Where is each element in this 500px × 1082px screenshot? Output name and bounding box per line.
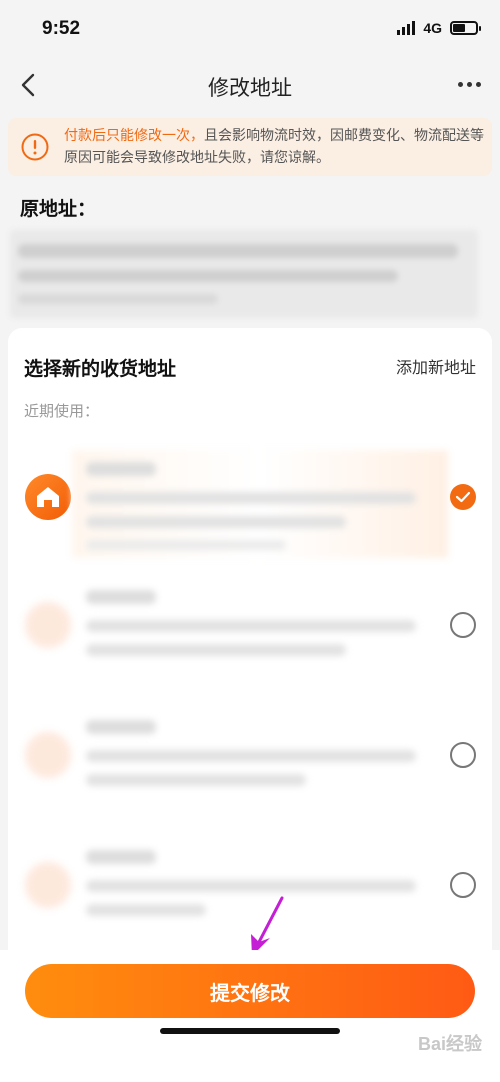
original-address-blurred — [10, 230, 478, 318]
nav-bar: 修改地址 — [0, 62, 500, 108]
address-option[interactable] — [8, 704, 492, 822]
address-option[interactable] — [8, 446, 492, 564]
address-option[interactable] — [8, 574, 492, 692]
battery-icon — [450, 21, 481, 35]
home-indicator — [160, 1028, 340, 1034]
address-details-blurred — [72, 450, 448, 558]
unselected-radio[interactable] — [450, 742, 476, 768]
notice-text: 付款后只能修改一次，且会影响物流时效，因邮费变化、物流配送等原因可能会导致修改地… — [64, 125, 486, 169]
home-icon — [25, 732, 71, 778]
unselected-radio[interactable] — [450, 612, 476, 638]
watermark: Bai经验 — [417, 1034, 482, 1054]
status-time: 9:52 — [42, 18, 81, 39]
more-options-icon[interactable] — [454, 72, 484, 96]
notice-highlight: 付款后只能修改一次， — [64, 128, 204, 144]
unselected-radio[interactable] — [450, 872, 476, 898]
address-details-blurred — [72, 708, 448, 816]
submit-button[interactable]: 提交修改 — [25, 964, 475, 1018]
panel-title: 选择新的收货地址 — [24, 358, 177, 380]
bottom-bar: 提交修改 — [0, 950, 500, 1082]
home-icon — [25, 474, 71, 520]
recent-label: 近期使用： — [24, 402, 100, 420]
network-type: 4G — [423, 20, 442, 36]
signal-icon — [397, 21, 416, 35]
selected-radio[interactable] — [450, 484, 476, 510]
notice-banner: 付款后只能修改一次，且会影响物流时效，因邮费变化、物流配送等原因可能会导致修改地… — [8, 118, 492, 176]
annotation-arrow-icon — [246, 896, 286, 958]
page-title: 修改地址 — [208, 76, 292, 100]
original-address-label: 原地址： — [20, 198, 97, 220]
info-icon — [20, 132, 50, 162]
home-icon — [25, 862, 71, 908]
address-details-blurred — [72, 578, 448, 686]
status-bar: 9:52 4G — [0, 0, 500, 60]
home-icon — [25, 602, 71, 648]
add-new-address-link[interactable]: 添加新地址 — [396, 354, 476, 378]
address-panel: 选择新的收货地址 添加新地址 近期使用： — [8, 328, 492, 968]
status-indicators: 4G — [397, 20, 481, 36]
